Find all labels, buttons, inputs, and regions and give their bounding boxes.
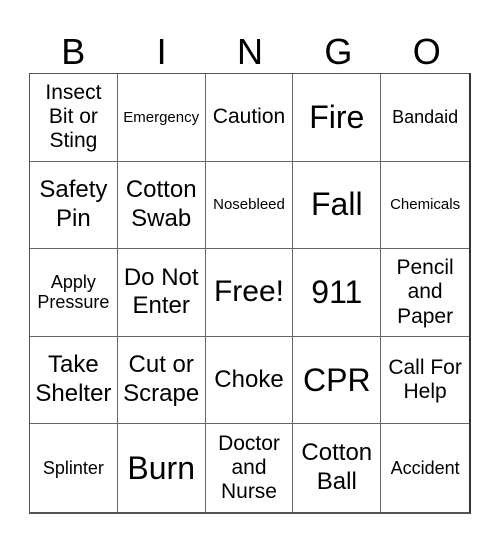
bingo-cell[interactable]: Safety Pin	[30, 161, 118, 250]
cell-label: Fire	[309, 98, 365, 135]
bingo-cell[interactable]: Choke	[205, 336, 294, 425]
cell-label: Fall	[311, 186, 363, 223]
bingo-cell[interactable]: Emergency	[117, 74, 206, 162]
bingo-cell[interactable]: Cotton Swab	[117, 161, 206, 250]
bingo-header: B I N G O	[29, 30, 471, 73]
cell-label: Call For Help	[388, 355, 462, 404]
bingo-cell[interactable]: Call For Help	[381, 337, 469, 425]
bingo-cell[interactable]: Do Not Enter	[117, 249, 206, 337]
bingo-cell[interactable]: Bandaid	[381, 74, 469, 162]
header-letter-o: O	[412, 31, 441, 72]
bingo-cell[interactable]: Apply Pressure	[30, 249, 118, 337]
bingo-cell[interactable]: Doctor and Nurse	[206, 424, 294, 512]
bingo-cell[interactable]: Accident	[381, 424, 469, 512]
bingo-cell[interactable]: Caution	[205, 74, 294, 162]
bingo-cell[interactable]: Burn	[118, 424, 206, 512]
header-letter-i: I	[156, 31, 167, 72]
cell-label: Nosebleed	[213, 196, 285, 214]
bingo-cell[interactable]: CPR	[293, 336, 382, 425]
header-letter-b: B	[61, 31, 86, 72]
cell-label: Do Not Enter	[123, 263, 199, 320]
cell-label: Free!	[213, 275, 284, 309]
bingo-cell[interactable]: Cut or Scrape	[117, 336, 206, 425]
cell-label: Emergency	[123, 108, 200, 126]
cell-label: Choke	[214, 365, 284, 393]
header-letter-g: G	[324, 31, 353, 72]
bingo-cell[interactable]: Nosebleed	[205, 161, 294, 250]
cell-label: Splinter	[42, 457, 104, 478]
bingo-cell[interactable]: Take Shelter	[30, 336, 118, 425]
bingo-cell[interactable]: Chemicals	[381, 162, 469, 250]
bingo-cell[interactable]: Fall	[293, 161, 382, 250]
free-space-cell[interactable]: Free!	[205, 249, 294, 337]
cell-label: Insect Bit or Sting	[45, 81, 102, 153]
cell-label: 911	[311, 274, 363, 311]
bingo-cell[interactable]: Cotton Ball	[293, 424, 382, 512]
cell-label: Pencil and Paper	[396, 256, 454, 328]
header-letter-n: N	[236, 31, 263, 72]
bingo-cell[interactable]: Pencil and Paper	[381, 249, 469, 337]
cell-label: Apply Pressure	[37, 271, 110, 313]
cell-label: Cotton Ball	[301, 439, 373, 496]
cell-label: CPR	[303, 361, 371, 398]
cell-label: Caution	[212, 105, 286, 129]
bingo-cell[interactable]: Insect Bit or Sting	[30, 74, 118, 162]
bingo-cell[interactable]: Fire	[293, 74, 382, 162]
cell-label: Take Shelter	[35, 351, 112, 408]
bingo-cell[interactable]: Splinter	[30, 424, 118, 512]
cell-label: Doctor and Nurse	[218, 431, 280, 504]
cell-label: Bandaid	[392, 106, 459, 127]
bingo-cell[interactable]: 911	[293, 249, 382, 337]
bingo-board: Insect Bit or Sting Emergency Caution Fi…	[29, 73, 471, 514]
cell-label: Safety Pin	[39, 176, 108, 232]
cell-label: Chemicals	[390, 196, 461, 214]
cell-label: Cotton Swab	[125, 176, 197, 232]
cell-label: Accident	[390, 457, 460, 478]
cell-label: Burn	[127, 449, 195, 486]
cell-label: Cut or Scrape	[123, 351, 200, 408]
